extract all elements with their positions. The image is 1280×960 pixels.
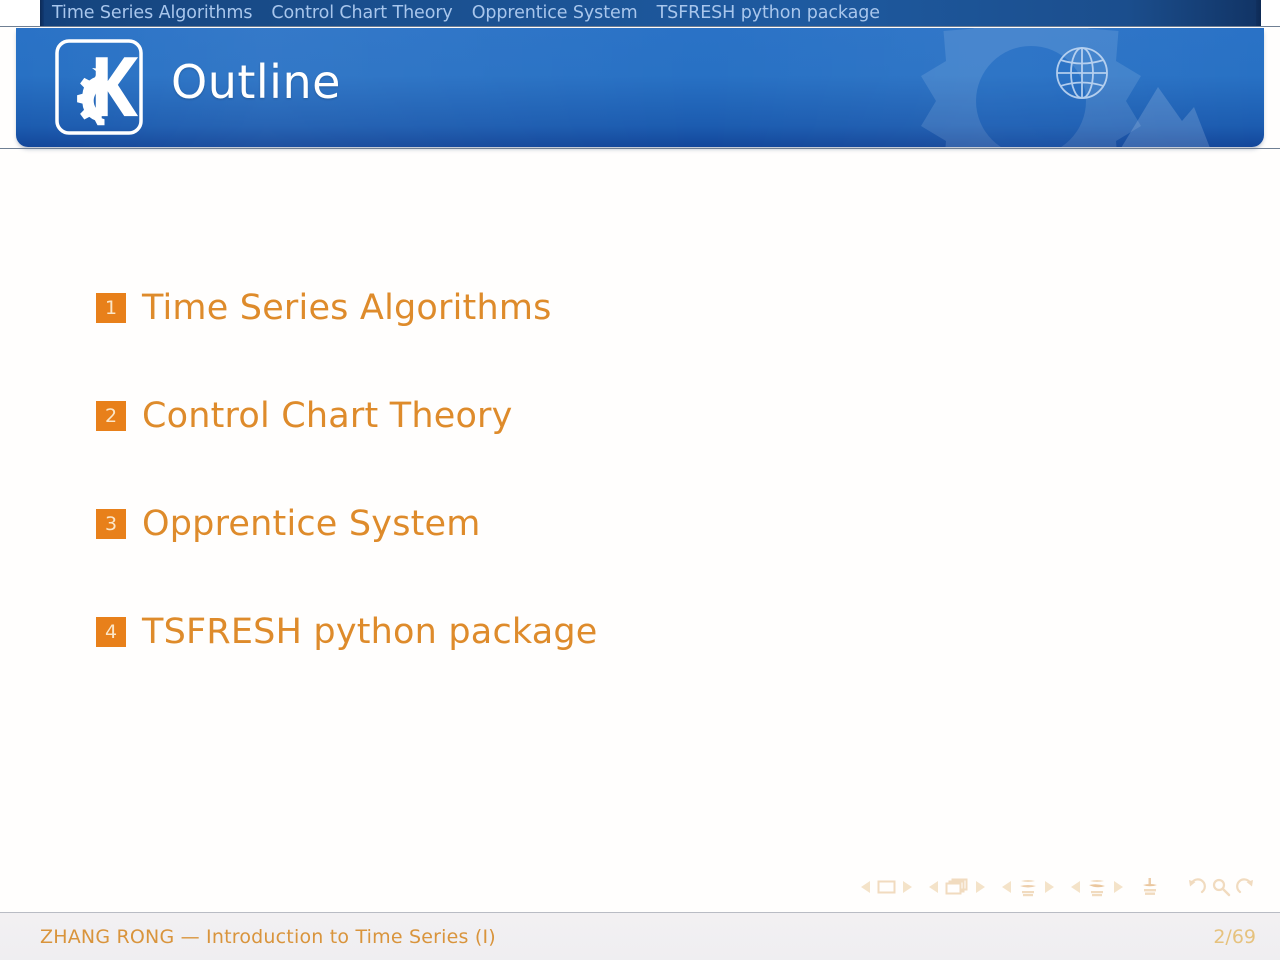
section-navigation-bar: Time Series Algorithms Control Chart The… bbox=[0, 0, 1280, 26]
triangle-right-icon[interactable] bbox=[1045, 881, 1054, 893]
subsection-navigation-group bbox=[1002, 878, 1054, 897]
outline-item-label: Time Series Algorithms bbox=[142, 288, 552, 328]
outline-item-label: Opprentice System bbox=[142, 504, 481, 544]
search-icon[interactable] bbox=[1211, 877, 1231, 897]
presentation-slide: Time Series Algorithms Control Chart The… bbox=[0, 0, 1280, 960]
nav-section-control-chart-theory[interactable]: Control Chart Theory bbox=[271, 1, 452, 25]
triangle-right-icon[interactable] bbox=[976, 881, 985, 893]
navbar-left-cap bbox=[0, 0, 44, 26]
page-number: 2/69 bbox=[1213, 926, 1256, 948]
outline-item-label: TSFRESH python package bbox=[142, 612, 598, 652]
single-frame-icon[interactable] bbox=[877, 879, 896, 895]
outline-item-opprentice-system[interactable]: 3 Opprentice System bbox=[96, 504, 598, 544]
redo-forward-icon[interactable] bbox=[1236, 877, 1256, 897]
section-navigation-list: Time Series Algorithms Control Chart The… bbox=[52, 1, 880, 25]
triangle-right-icon[interactable] bbox=[903, 881, 912, 893]
kde-gear-logo-icon bbox=[55, 39, 143, 135]
section-icon[interactable] bbox=[1087, 878, 1107, 897]
document-icon[interactable] bbox=[1140, 877, 1160, 897]
outline-number-badge: 3 bbox=[96, 509, 126, 539]
outline-number-badge: 4 bbox=[96, 617, 126, 647]
nav-section-tsfresh-python-package[interactable]: TSFRESH python package bbox=[657, 1, 880, 25]
triangle-left-icon[interactable] bbox=[861, 881, 870, 893]
slide-body: 1 Time Series Algorithms 2 Control Chart… bbox=[0, 160, 1280, 870]
footer-author-title: ZHANG RONG — Introduction to Time Series… bbox=[40, 926, 496, 948]
nav-section-time-series-algorithms[interactable]: Time Series Algorithms bbox=[52, 1, 253, 25]
header-top-rule bbox=[0, 26, 1280, 27]
triangle-left-icon[interactable] bbox=[1071, 881, 1080, 893]
nav-section-opprentice-system[interactable]: Opprentice System bbox=[472, 1, 638, 25]
outline-number-badge: 1 bbox=[96, 293, 126, 323]
triangle-left-icon[interactable] bbox=[1002, 881, 1011, 893]
outline-item-tsfresh-python-package[interactable]: 4 TSFRESH python package bbox=[96, 612, 598, 652]
triangle-right-icon[interactable] bbox=[1114, 881, 1123, 893]
slide-navigation-group bbox=[861, 879, 912, 895]
slide-header: Outline bbox=[16, 28, 1264, 147]
slide-footer: ZHANG RONG — Introduction to Time Series… bbox=[0, 912, 1280, 960]
header-bottom-rule bbox=[0, 148, 1280, 149]
page-title: Outline bbox=[171, 55, 341, 109]
outline-item-time-series-algorithms[interactable]: 1 Time Series Algorithms bbox=[96, 288, 598, 328]
outline-number-badge: 2 bbox=[96, 401, 126, 431]
frame-navigation-group bbox=[929, 878, 985, 896]
triangle-left-icon[interactable] bbox=[929, 881, 938, 893]
section-navigation-group bbox=[1071, 878, 1123, 897]
outline-list: 1 Time Series Algorithms 2 Control Chart… bbox=[96, 288, 598, 652]
outline-item-label: Control Chart Theory bbox=[142, 396, 513, 436]
globe-icon[interactable] bbox=[1051, 42, 1113, 104]
outline-item-control-chart-theory[interactable]: 2 Control Chart Theory bbox=[96, 396, 598, 436]
beamer-navigation-symbols bbox=[861, 877, 1256, 897]
undo-back-icon[interactable] bbox=[1186, 877, 1206, 897]
stacked-frames-icon[interactable] bbox=[945, 878, 969, 896]
subsection-icon[interactable] bbox=[1018, 878, 1038, 897]
navbar-right-cap bbox=[1256, 0, 1280, 26]
